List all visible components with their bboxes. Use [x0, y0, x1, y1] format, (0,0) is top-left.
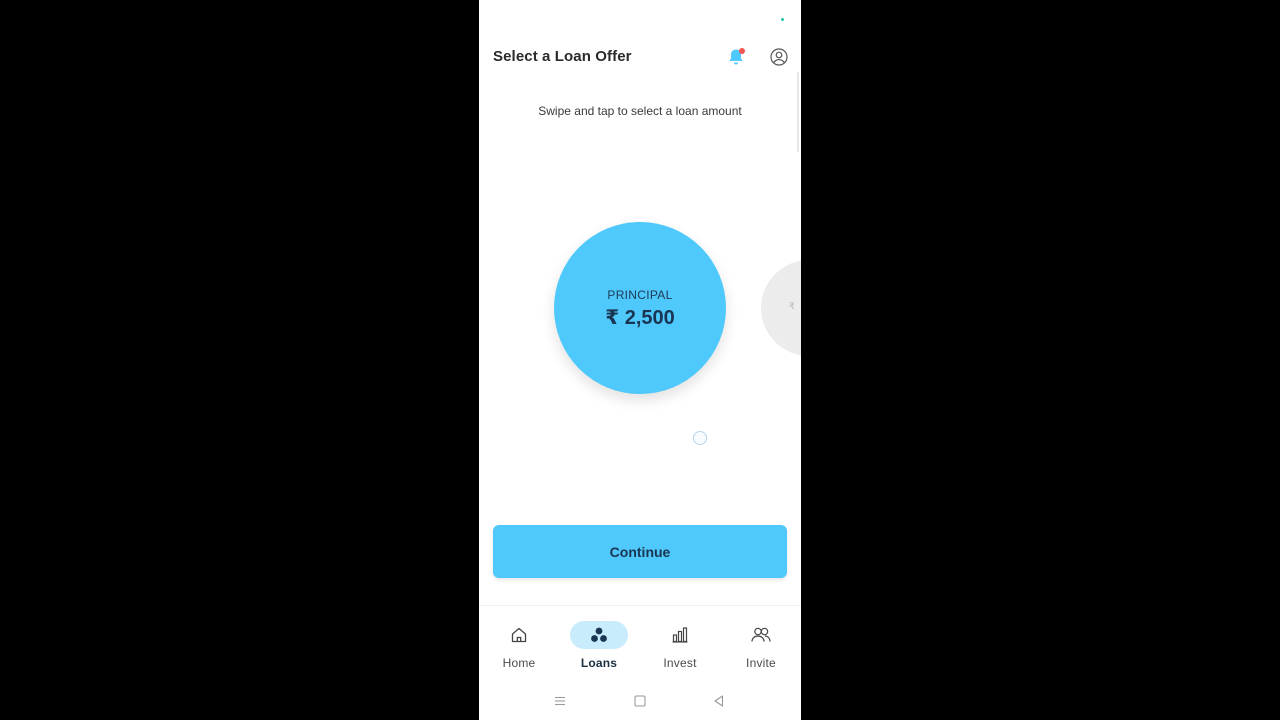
home-icon	[511, 627, 527, 643]
notification-badge	[739, 48, 745, 54]
page-title: Select a Loan Offer	[493, 48, 632, 65]
people-icon	[751, 627, 771, 642]
phone-screen: Select a Loan Offer Swipe and tap to sel…	[479, 0, 801, 720]
profile-button[interactable]	[770, 48, 788, 66]
selected-loan-offer[interactable]: PRINCIPAL ₹ 2,500	[554, 222, 726, 394]
nav-item-invite[interactable]: Invite	[721, 620, 801, 674]
nav-item-loans[interactable]: Loans	[559, 620, 639, 674]
app-header: Select a Loan Offer	[479, 38, 801, 78]
nav-item-invest[interactable]: Invest	[640, 620, 720, 674]
notification-button[interactable]	[726, 47, 746, 67]
nav-label-invest: Invest	[663, 656, 697, 670]
bar-chart-icon	[672, 627, 688, 643]
nav-loans-icon-wrap	[570, 621, 628, 649]
next-offer-amount: ₹	[789, 301, 795, 311]
continue-button[interactable]: Continue	[493, 525, 787, 578]
nav-label-invite: Invite	[746, 656, 776, 670]
back-triangle-icon	[714, 695, 724, 707]
next-loan-offer[interactable]: ₹	[761, 260, 801, 356]
nav-invest-icon-wrap	[659, 620, 701, 650]
nav-home-icon-wrap	[498, 620, 540, 650]
user-circle-icon	[770, 48, 788, 66]
system-back-button[interactable]	[711, 693, 727, 709]
nav-label-loans: Loans	[580, 656, 618, 670]
nav-label-home: Home	[502, 656, 536, 670]
recents-icon	[555, 696, 565, 706]
status-indicator-dot	[781, 18, 784, 21]
carousel-indicator[interactable]	[693, 431, 707, 445]
square-home-icon	[634, 695, 646, 707]
loans-icon	[591, 627, 607, 642]
nav-invite-icon-wrap	[740, 620, 782, 650]
nav-item-home[interactable]: Home	[479, 620, 559, 674]
offer-principal-label: PRINCIPAL	[607, 288, 673, 302]
offer-principal-amount: ₹ 2,500	[605, 307, 675, 329]
bottom-navigation: Home Loans Invest Invite	[479, 605, 801, 686]
system-home-button[interactable]	[632, 693, 648, 709]
system-recents-button[interactable]	[552, 693, 568, 709]
system-navigation-bar	[479, 688, 801, 714]
instruction-text: Swipe and tap to select a loan amount	[538, 104, 742, 118]
